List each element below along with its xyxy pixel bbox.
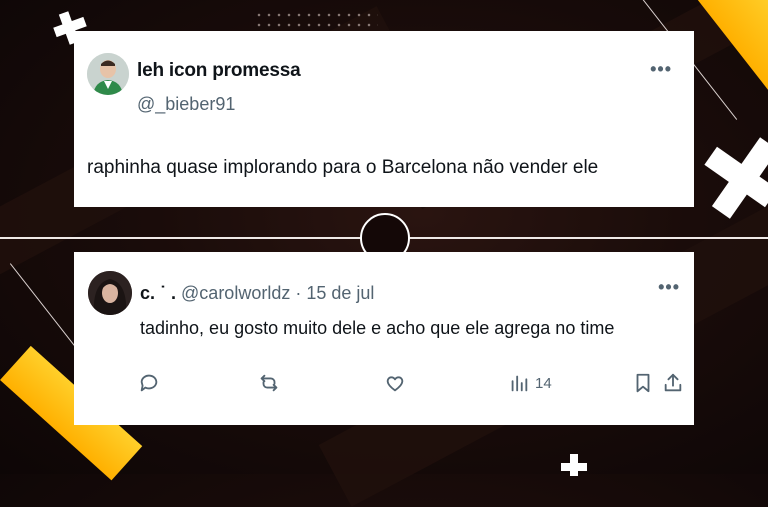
user-handle[interactable]: @_bieber91 bbox=[137, 94, 235, 115]
views-icon bbox=[511, 375, 528, 392]
reply-card: c. ˙ . @carolworldz · 15 de jul ••• tadi… bbox=[74, 252, 694, 425]
retweet-icon bbox=[260, 374, 278, 392]
handle-and-date[interactable]: @carolworldz · 15 de jul bbox=[181, 283, 374, 303]
tweet-text: raphinha quase implorando para o Barcelo… bbox=[87, 157, 599, 178]
share-icon bbox=[664, 373, 682, 392]
more-horizontal-icon[interactable]: ••• bbox=[650, 59, 672, 80]
avatar[interactable] bbox=[88, 271, 132, 315]
action-bar: 14 bbox=[74, 369, 694, 397]
views-button[interactable]: 14 bbox=[508, 369, 552, 397]
more-horizontal-icon[interactable]: ••• bbox=[658, 277, 680, 298]
dot-grid-decoration bbox=[254, 10, 378, 32]
bookmark-icon bbox=[636, 373, 650, 393]
reply-text: tadinho, eu gosto muito dele e acho que … bbox=[140, 318, 615, 338]
views-count: 14 bbox=[535, 374, 552, 392]
reply-button[interactable] bbox=[138, 369, 160, 397]
like-icon bbox=[386, 376, 404, 392]
retweet-button[interactable] bbox=[258, 369, 280, 397]
display-name[interactable]: leh icon promessa bbox=[137, 60, 301, 82]
share-button[interactable] bbox=[662, 369, 684, 397]
display-name[interactable]: c. ˙ . bbox=[140, 283, 176, 303]
tweet-card: leh icon promessa @_bieber91 ••• raphinh… bbox=[74, 31, 694, 207]
reply-meta: c. ˙ . @carolworldz · 15 de jul bbox=[140, 283, 374, 304]
reply-icon bbox=[140, 374, 158, 392]
like-button[interactable] bbox=[384, 369, 406, 397]
bookmark-button[interactable] bbox=[632, 369, 654, 397]
avatar[interactable] bbox=[87, 53, 129, 95]
